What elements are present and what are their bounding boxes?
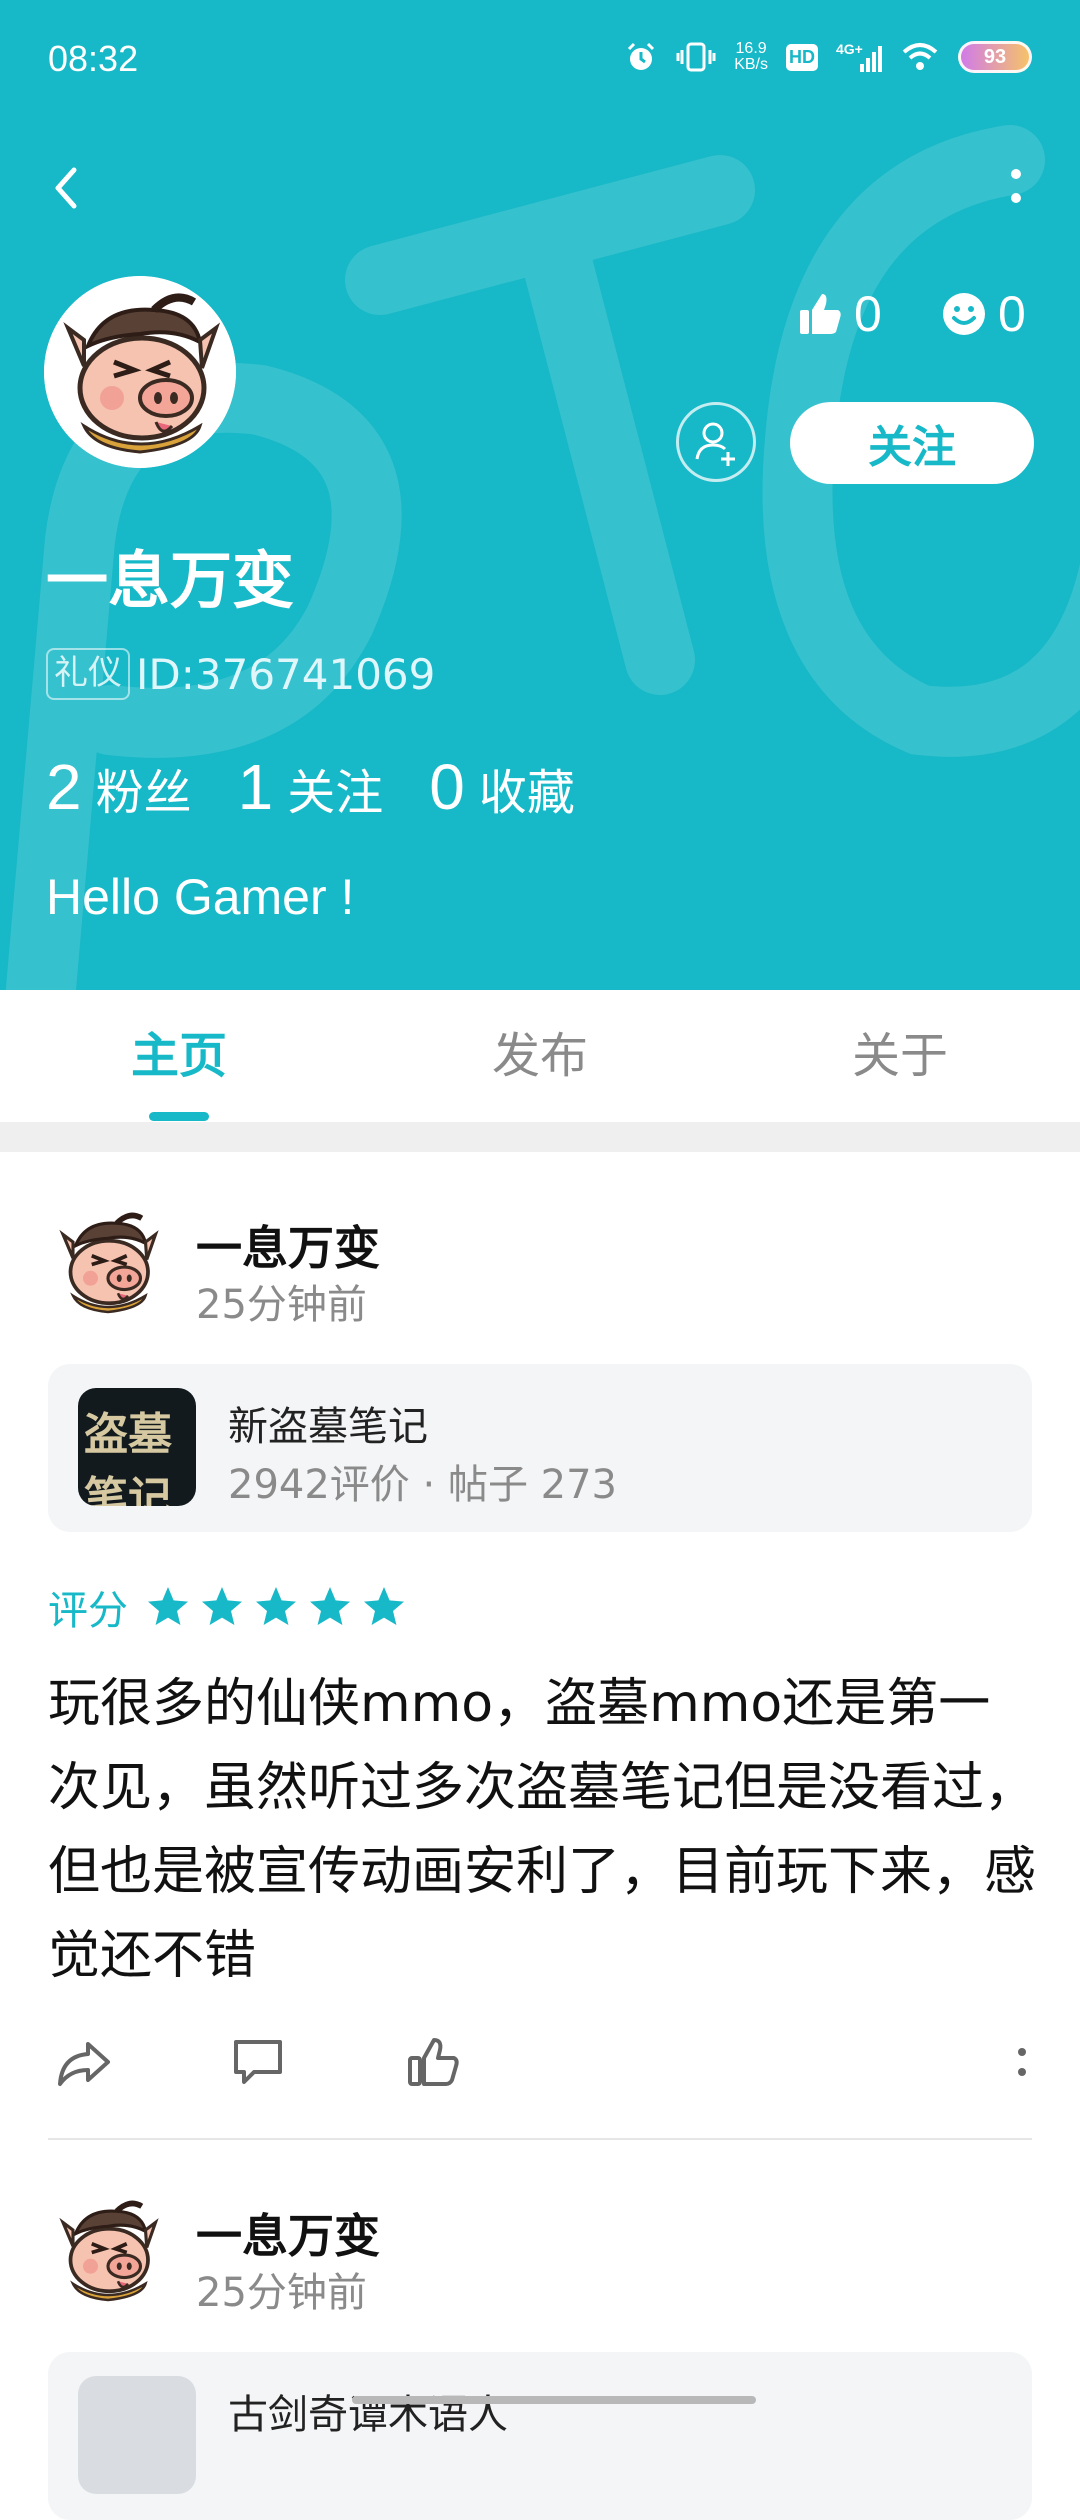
- profile-stats: 2 粉丝 1 关注 0 收藏: [46, 750, 621, 824]
- star-icon: [202, 1587, 242, 1625]
- likes-count[interactable]: 0: [796, 285, 882, 343]
- comment-icon: [234, 2040, 282, 2084]
- stat-favorites[interactable]: 0 收藏: [429, 750, 575, 824]
- game-card[interactable]: 古剑奇谭木语人: [48, 2352, 1032, 2520]
- back-arrow-icon: [55, 167, 77, 209]
- star-icon: [148, 1587, 188, 1625]
- post-text[interactable]: 玩很多的仙侠mmo，盗墓mmo还是第一次见，虽然听过多次盗墓笔记但是没看过，但也…: [48, 1662, 1038, 1998]
- profile-tabs: 主页 发布 关于: [0, 990, 1080, 1120]
- star-icon: [310, 1587, 350, 1625]
- rating-stars: [144, 1583, 414, 1631]
- comment-button[interactable]: [228, 2032, 288, 2092]
- section-divider: [0, 1122, 1080, 1152]
- background-watermark: [5, 125, 1080, 990]
- status-icons: 16.9 KB/s HD 4G+ 93: [624, 40, 1032, 74]
- game-icon: 盗墓笔记: [78, 1388, 196, 1506]
- game-meta: 2942评价 · 帖子 273: [228, 1462, 618, 1508]
- status-bar: 08:32 16.9 KB/s HD 4G+ 93: [0, 0, 1080, 120]
- post-time: 25分钟前: [196, 2270, 367, 2316]
- add-friend-button[interactable]: [676, 402, 756, 482]
- pig-avatar-icon: [48, 2190, 168, 2310]
- post-author-avatar[interactable]: [48, 1202, 168, 1322]
- more-vertical-icon: [1011, 169, 1021, 203]
- more-vertical-icon: [1018, 2048, 1026, 2076]
- profile-id: ID:376741069: [136, 649, 436, 699]
- game-card[interactable]: 盗墓笔记 新盗墓笔记 2942评价 · 帖子 273: [48, 1364, 1032, 1532]
- pig-avatar-icon: [44, 276, 236, 468]
- thumbs-up-icon: [800, 294, 841, 334]
- profile-id-row: 礼仪 ID:376741069: [46, 648, 435, 700]
- hd-icon: HD: [786, 40, 818, 74]
- follow-button[interactable]: 关注: [790, 402, 1034, 484]
- stat-fans[interactable]: 2 粉丝: [46, 750, 192, 824]
- network-speed: 16.9 KB/s: [734, 40, 768, 73]
- game-title: 新盗墓笔记: [228, 1404, 428, 1450]
- star-icon: [364, 1587, 404, 1625]
- profile-avatar[interactable]: [44, 276, 236, 468]
- game-icon: [78, 2376, 196, 2494]
- active-tab-indicator: [149, 1112, 209, 1121]
- status-time: 08:32: [48, 38, 139, 79]
- alarm-icon: [624, 40, 658, 74]
- thumbs-up-icon: [408, 2038, 459, 2086]
- battery-indicator: 93: [958, 41, 1032, 73]
- like-button[interactable]: [404, 2032, 464, 2092]
- signal-icon: 4G+: [836, 40, 882, 74]
- vibrate-icon: [676, 40, 716, 74]
- profile-name: 一息万变: [46, 544, 295, 617]
- add-friend-icon: [695, 422, 735, 466]
- etiquette-badge[interactable]: 礼仪: [46, 648, 130, 700]
- smile-icon: [943, 293, 985, 335]
- home-indicator[interactable]: [352, 2396, 756, 2404]
- post-more-button[interactable]: [992, 2032, 1052, 2092]
- share-button[interactable]: [54, 2032, 114, 2092]
- tab-about[interactable]: 关于: [800, 1016, 1000, 1086]
- tab-home[interactable]: 主页: [79, 1016, 279, 1086]
- profile-header: 08:32 16.9 KB/s HD 4G+ 93 0 0 关注 一息万变 礼仪…: [0, 0, 1080, 990]
- rating-row: 评分: [48, 1578, 414, 1636]
- rating-label: 评分: [48, 1588, 128, 1634]
- svg-text:4G+: 4G+: [836, 41, 863, 57]
- profile-bio: Hello Gamer !: [46, 869, 355, 925]
- star-icon: [256, 1587, 296, 1625]
- post-actions: [0, 2032, 1080, 2112]
- post-separator: [48, 2138, 1032, 2140]
- post-time: 25分钟前: [196, 1282, 367, 1328]
- post-author-avatar[interactable]: [48, 2190, 168, 2310]
- wifi-icon: [900, 40, 940, 74]
- smiles-count[interactable]: 0: [940, 285, 1026, 343]
- pig-avatar-icon: [48, 1202, 168, 1322]
- post-author-name[interactable]: 一息万变: [196, 2200, 380, 2266]
- share-icon: [58, 2042, 110, 2086]
- post-author-name[interactable]: 一息万变: [196, 1212, 380, 1278]
- game-title: 古剑奇谭木语人: [228, 2392, 508, 2438]
- stat-following[interactable]: 1 关注: [238, 750, 384, 824]
- more-options-button[interactable]: [988, 160, 1044, 216]
- tab-posts[interactable]: 发布: [440, 1016, 640, 1086]
- back-button[interactable]: [40, 160, 96, 216]
